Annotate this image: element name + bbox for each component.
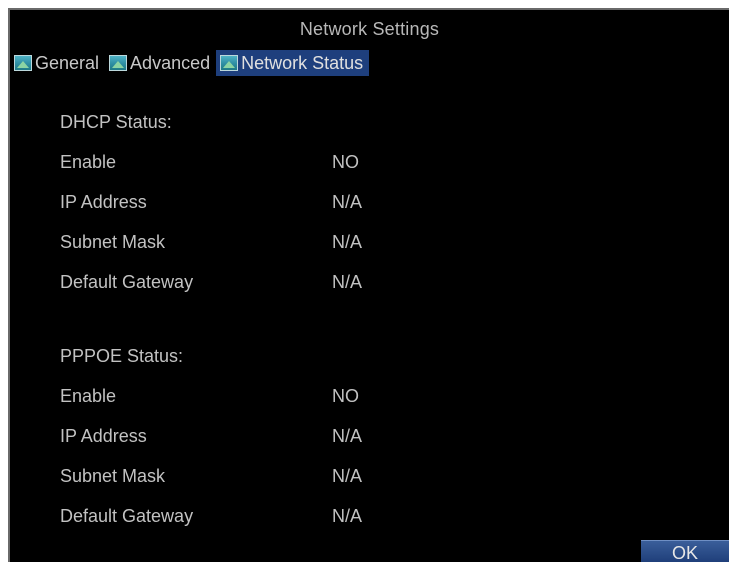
- screen-frame: Network Settings General Advanced Networ…: [0, 0, 729, 563]
- field-value: NO: [332, 152, 359, 172]
- pppoe-enable-row: Enable NO: [60, 380, 460, 420]
- pppoe-heading-label: PPPOE Status:: [60, 346, 184, 366]
- field-label: IP Address: [60, 426, 147, 446]
- field-value: N/A: [332, 272, 363, 292]
- field-label: Subnet Mask: [60, 232, 166, 252]
- field-label: Enable: [60, 152, 117, 172]
- field-label: Default Gateway: [60, 506, 194, 526]
- tab-bar: General Advanced Network Status: [10, 50, 370, 76]
- field-value: NO: [332, 386, 359, 406]
- field-value: N/A: [332, 466, 363, 486]
- picture-icon: [220, 55, 239, 71]
- dhcp-subnet-mask-row: Subnet Mask N/A: [60, 226, 460, 266]
- pppoe-default-gateway-row: Default Gateway N/A: [60, 500, 460, 540]
- pppoe-section-heading: PPPOE Status:: [60, 340, 460, 380]
- tab-advanced-label: Advanced: [130, 52, 211, 73]
- field-value: N/A: [332, 506, 363, 526]
- tab-network-status-label: Network Status: [241, 52, 364, 73]
- ok-button[interactable]: OK: [641, 540, 729, 563]
- pppoe-ip-address-row: IP Address N/A: [60, 420, 460, 460]
- field-value: N/A: [332, 232, 363, 252]
- picture-icon: [14, 55, 32, 71]
- tab-advanced[interactable]: Advanced: [105, 50, 216, 76]
- field-label: Subnet Mask: [60, 466, 166, 486]
- dhcp-default-gateway-row: Default Gateway N/A: [60, 266, 460, 306]
- network-settings-dialog: Network Settings General Advanced Networ…: [8, 8, 729, 563]
- dhcp-section-heading: DHCP Status:: [60, 106, 460, 146]
- dialog-title: Network Settings: [299, 19, 440, 39]
- field-label: IP Address: [60, 192, 147, 212]
- dhcp-heading-label: DHCP Status:: [60, 112, 172, 132]
- picture-icon: [109, 55, 128, 71]
- dhcp-ip-address-row: IP Address N/A: [60, 186, 460, 226]
- pppoe-subnet-mask-row: Subnet Mask N/A: [60, 460, 460, 500]
- field-value: N/A: [332, 192, 363, 212]
- tab-general[interactable]: General: [10, 50, 105, 76]
- tab-general-label: General: [35, 52, 100, 73]
- field-label: Default Gateway: [60, 272, 194, 292]
- dhcp-enable-row: Enable NO: [60, 146, 460, 186]
- field-value: N/A: [332, 426, 363, 446]
- tab-network-status[interactable]: Network Status: [216, 50, 370, 76]
- field-label: Enable: [60, 386, 117, 406]
- status-content: DHCP Status: Enable NO IP Address N/A Su…: [60, 106, 460, 540]
